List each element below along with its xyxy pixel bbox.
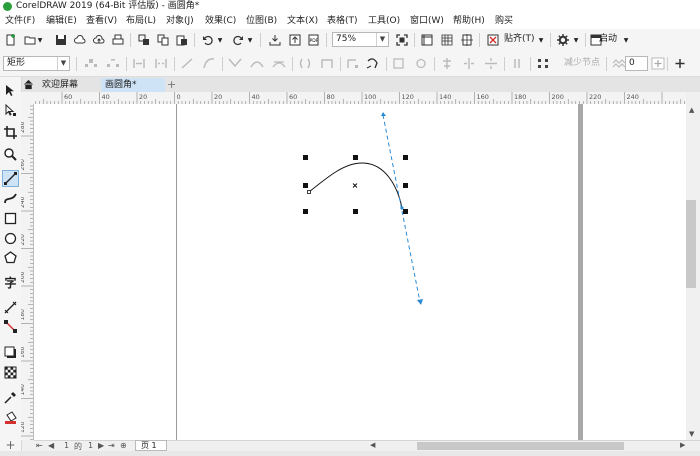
- scroll-right-icon[interactable]: ▶: [680, 441, 685, 449]
- curve-end-node[interactable]: [400, 206, 404, 210]
- selection-handle[interactable]: [353, 209, 358, 214]
- curve-node[interactable]: [307, 190, 311, 194]
- selection-handle[interactable]: [403, 209, 408, 214]
- selection-handle[interactable]: [303, 209, 308, 214]
- add-page-icon[interactable]: ⊕: [120, 441, 127, 450]
- page-tab[interactable]: 页 1: [135, 440, 167, 451]
- scroll-up-icon[interactable]: ▲: [689, 106, 694, 114]
- selection-handle[interactable]: [403, 183, 408, 188]
- current-page-number[interactable]: 1: [64, 441, 69, 450]
- scroll-down-icon[interactable]: ▼: [689, 430, 694, 438]
- vertical-scroll-thumb[interactable]: [686, 200, 696, 288]
- handle-arrow-top-icon[interactable]: [381, 112, 386, 116]
- last-page-icon[interactable]: ⇥: [108, 441, 115, 450]
- selection-handle[interactable]: [353, 155, 358, 160]
- center-mark-icon[interactable]: [352, 183, 358, 188]
- selection-handle[interactable]: [303, 155, 308, 160]
- first-page-icon[interactable]: ⇤: [36, 441, 43, 450]
- handle-arrow-bottom-icon[interactable]: [417, 299, 423, 305]
- total-pages: 1: [88, 441, 94, 450]
- horizontal-scroll-thumb[interactable]: [417, 442, 624, 450]
- previous-page-icon[interactable]: ◀: [48, 441, 54, 450]
- selected-curve-overlay: [303, 112, 423, 305]
- next-page-icon[interactable]: ▶: [98, 441, 104, 450]
- selection-handle[interactable]: [403, 155, 408, 160]
- status-bar: [0, 451, 700, 456]
- selection-handle[interactable]: [303, 183, 308, 188]
- scroll-left-icon[interactable]: ◀: [370, 441, 375, 449]
